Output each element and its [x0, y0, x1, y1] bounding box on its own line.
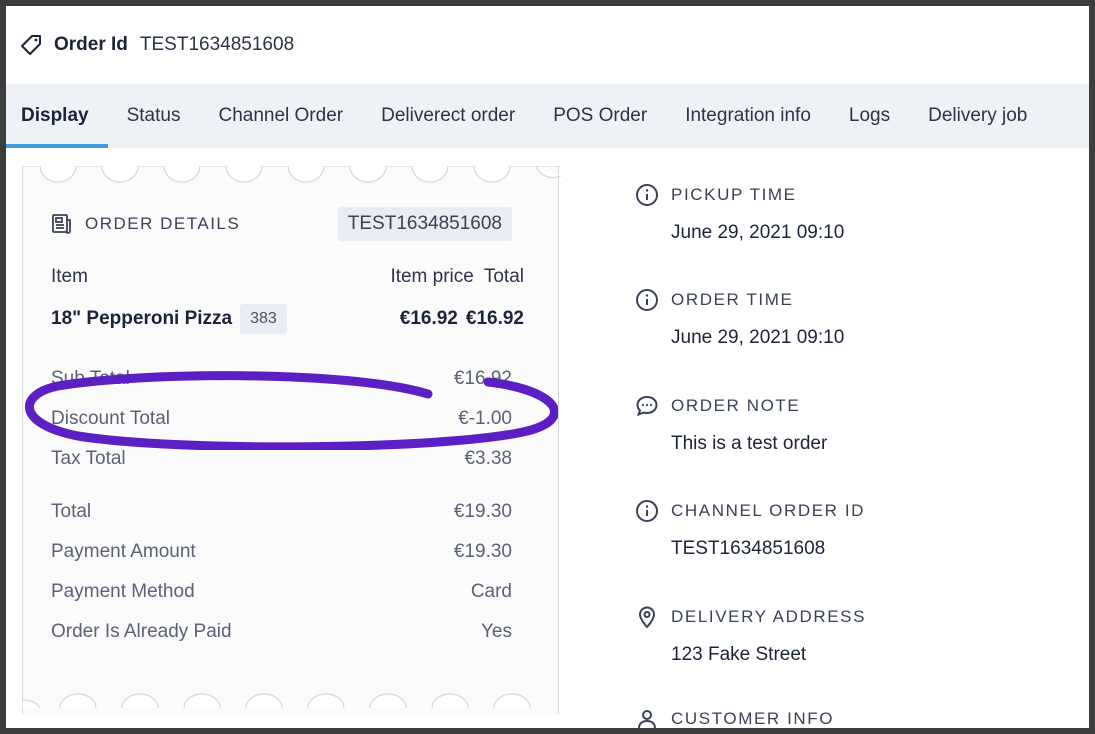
sub-total-row: Sub Total €16.92	[51, 368, 512, 390]
customer-info-block: CUSTOMER INFO	[634, 706, 834, 728]
info-icon	[634, 498, 660, 524]
payment-method-value: Card	[470, 581, 512, 602]
receipt-order-badge: TEST1634851608	[337, 207, 512, 241]
customer-info-label: CUSTOMER INFO	[671, 709, 835, 728]
location-pin-icon	[634, 604, 660, 630]
tax-total-row: Tax Total €3.38	[51, 448, 512, 470]
pickup-time-value: June 29, 2021 09:10	[671, 222, 845, 243]
receipt-title: ORDER DETAILS	[85, 214, 241, 233]
item-columns-header: Item Item price Total	[51, 266, 524, 288]
payment-method-row: Payment Method Card	[51, 581, 512, 603]
delivery-address-label: DELIVERY ADDRESS	[671, 607, 867, 626]
tab-status[interactable]: Status	[108, 84, 200, 148]
tab-logs[interactable]: Logs	[830, 84, 909, 148]
receipt-icon	[49, 211, 75, 237]
tab-display[interactable]: Display	[6, 84, 108, 148]
receipt-header: ORDER DETAILS TEST1634851608	[49, 206, 512, 242]
order-detail-window: Order Id TEST1634851608 Display Status C…	[6, 6, 1089, 728]
already-paid-row: Order Is Already Paid Yes	[51, 621, 512, 643]
tax-total-label: Tax Total	[51, 448, 126, 469]
pickup-time-label: PICKUP TIME	[671, 185, 797, 204]
payment-amount-value: €19.30	[453, 541, 512, 562]
tab-label: POS Order	[553, 105, 648, 126]
tab-label: Display	[21, 105, 89, 126]
channel-order-id-value: TEST1634851608	[671, 538, 826, 559]
speech-bubble-icon	[634, 393, 660, 419]
order-id-value: TEST1634851608	[139, 34, 295, 55]
tab-delivery-job[interactable]: Delivery job	[909, 84, 1046, 148]
order-time-block: ORDER TIME June 29, 2021 09:10	[634, 287, 844, 349]
discount-total-row: Discount Total €-1.00	[51, 408, 512, 430]
item-name: 18" Pepperoni Pizza	[51, 308, 233, 329]
order-note-value: This is a test order	[671, 433, 828, 454]
item-code-badge: 383	[240, 304, 287, 334]
discount-total-value: €-1.00	[458, 408, 512, 429]
col-item: Item	[51, 266, 88, 287]
total-row: Total €19.30	[51, 501, 512, 523]
payment-amount-label: Payment Amount	[51, 541, 196, 562]
tab-deliverect-order[interactable]: Deliverect order	[362, 84, 534, 148]
tab-bar: Display Status Channel Order Deliverect …	[6, 84, 1089, 148]
order-note-block: ORDER NOTE This is a test order	[634, 393, 827, 455]
receipt-top-edge	[22, 166, 561, 183]
order-header: Order Id TEST1634851608	[6, 6, 1089, 84]
delivery-address-block: DELIVERY ADDRESS 123 Fake Street	[634, 604, 866, 666]
order-note-label: ORDER NOTE	[671, 396, 801, 415]
tab-integration-info[interactable]: Integration info	[666, 84, 830, 148]
tab-label: Logs	[848, 105, 891, 126]
tab-label: Integration info	[685, 105, 811, 126]
user-icon	[634, 706, 660, 728]
sub-total-label: Sub Total	[51, 368, 130, 389]
tab-content: ORDER DETAILS TEST1634851608 Item Item p…	[6, 148, 1089, 728]
payment-method-label: Payment Method	[51, 581, 195, 602]
order-receipt: ORDER DETAILS TEST1634851608 Item Item p…	[22, 166, 561, 714]
channel-order-id-block: CHANNEL ORDER ID TEST1634851608	[634, 498, 865, 560]
tag-icon	[20, 33, 44, 57]
receipt-bottom-edge	[22, 693, 531, 708]
delivery-address-value: 123 Fake Street	[671, 644, 807, 665]
info-icon	[634, 182, 660, 208]
item-price: €16.92	[399, 308, 458, 329]
tab-label: Delivery job	[928, 105, 1028, 126]
total-label: Total	[51, 501, 92, 522]
channel-order-id-label: CHANNEL ORDER ID	[671, 501, 866, 520]
tab-label: Status	[126, 105, 181, 126]
pickup-time-block: PICKUP TIME June 29, 2021 09:10	[634, 182, 844, 244]
tab-label: Channel Order	[218, 105, 344, 126]
order-time-label: ORDER TIME	[671, 290, 794, 309]
tab-pos-order[interactable]: POS Order	[534, 84, 666, 148]
order-time-value: June 29, 2021 09:10	[671, 327, 845, 348]
order-id-label: Order Id	[54, 34, 128, 55]
col-total: Total	[483, 266, 524, 287]
list-item: 18" Pepperoni Pizza 383 €16.92 €16.92	[51, 302, 524, 336]
info-icon	[634, 287, 660, 313]
sub-total-value: €16.92	[453, 368, 512, 389]
item-total: €16.92	[465, 308, 524, 329]
already-paid-value: Yes	[481, 621, 512, 642]
discount-total-label: Discount Total	[51, 408, 170, 429]
tax-total-value: €3.38	[464, 448, 512, 469]
payment-amount-row: Payment Amount €19.30	[51, 541, 512, 563]
total-value: €19.30	[453, 501, 512, 522]
already-paid-label: Order Is Already Paid	[51, 621, 232, 642]
tab-label: Deliverect order	[381, 105, 516, 126]
tab-channel-order[interactable]: Channel Order	[199, 84, 362, 148]
col-item-price: Item price	[390, 266, 474, 287]
